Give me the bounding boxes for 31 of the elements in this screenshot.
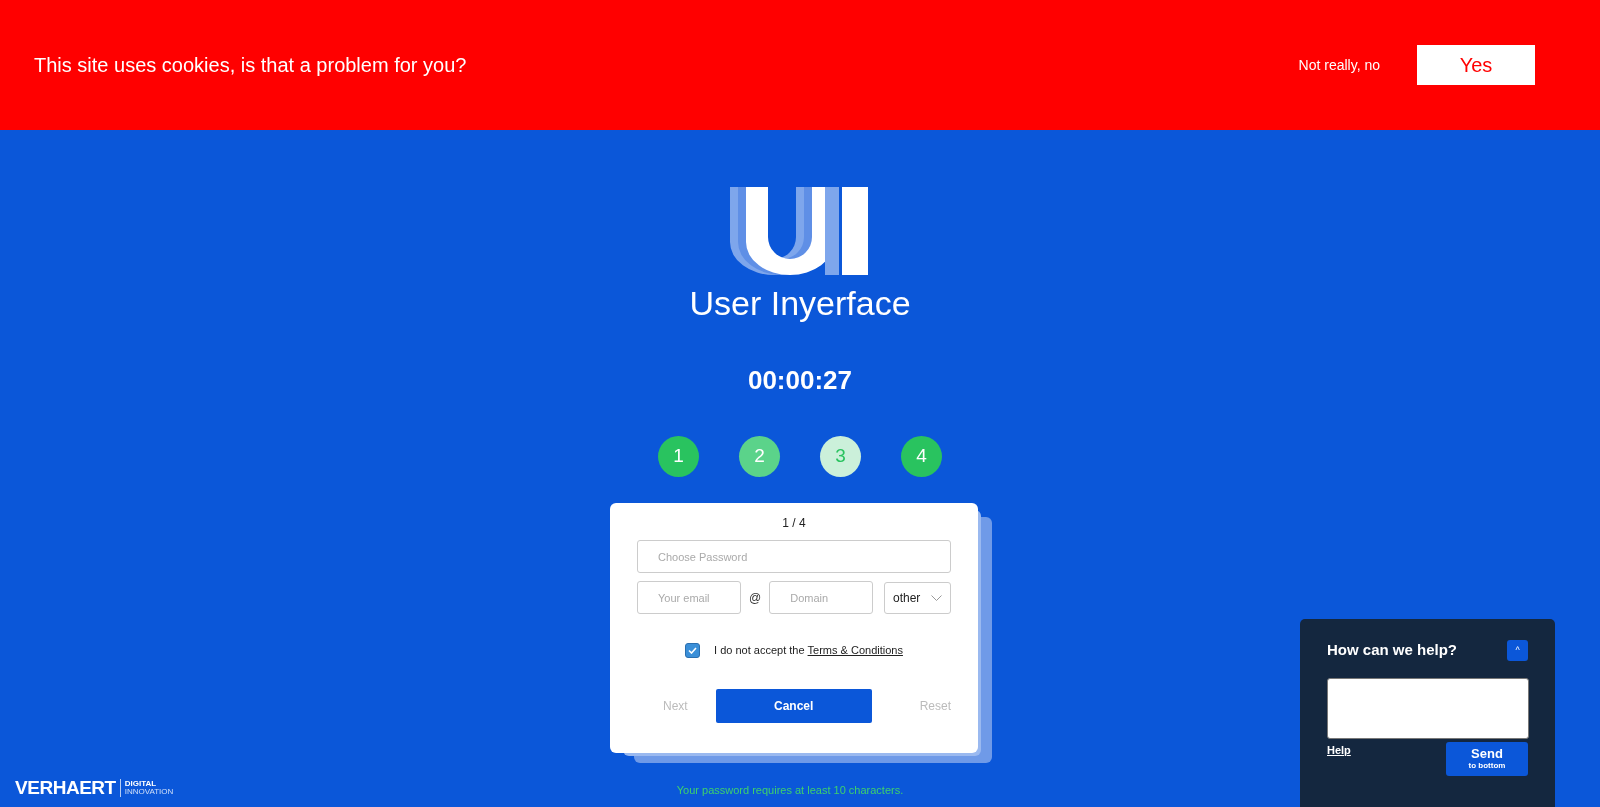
timer: 00:00:27 xyxy=(747,364,853,397)
terms-link[interactable]: Terms & Conditions xyxy=(807,642,903,659)
cookie-message: This site uses cookies, is that a problem for you? xyxy=(34,53,468,78)
domain-field[interactable]: Domain xyxy=(769,581,874,614)
terms-checkbox[interactable] xyxy=(685,642,701,658)
step-indicator: 1 xyxy=(658,436,699,477)
decline-link[interactable]: Not really, no xyxy=(1298,54,1380,76)
accept-button[interactable]: Yes xyxy=(1417,45,1535,85)
domain-dropdown[interactable]: other xyxy=(884,581,951,614)
brand-name: VERHAERT xyxy=(15,776,116,800)
password-hint: Your password requires at least 10 characters. xyxy=(676,783,904,798)
help-link[interactable]: Help xyxy=(1327,741,1351,758)
terms-text: I do not accept the xyxy=(714,643,805,658)
help-title: How can we help? xyxy=(1327,640,1458,660)
at-sign: @ xyxy=(749,589,762,607)
send-button[interactable]: Send to bottom xyxy=(1446,741,1528,776)
app-title: User Inyerface xyxy=(689,283,911,323)
email-field[interactable]: Your email xyxy=(637,581,741,614)
step-indicator: 2 xyxy=(739,436,780,477)
checkmark-icon xyxy=(688,646,698,654)
cancel-button[interactable]: Cancel xyxy=(715,688,872,723)
message-field[interactable] xyxy=(1327,677,1529,739)
brand-tagline: DIGITAL xyxy=(124,780,158,789)
step-indicator: 4 xyxy=(901,436,942,477)
page-counter: 1 / 4 xyxy=(782,515,806,532)
step-indicator: 3 xyxy=(820,436,861,477)
logo-icon xyxy=(730,187,870,275)
brand-tagline: INNOVATION xyxy=(124,788,174,797)
chevron-down-icon xyxy=(931,594,942,601)
password-field[interactable]: Choose Password xyxy=(637,540,951,573)
collapse-button[interactable]: ^ xyxy=(1507,639,1528,661)
